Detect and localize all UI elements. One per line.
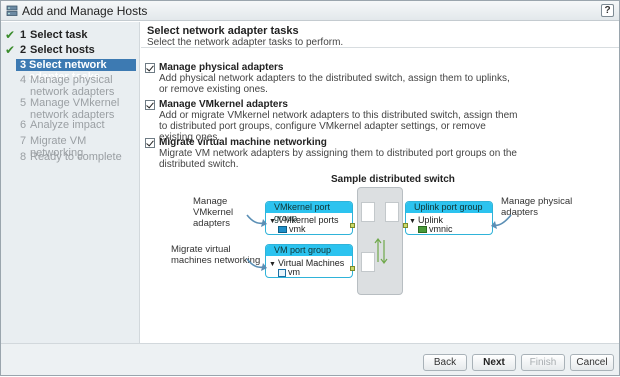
add-manage-hosts-dialog: Add and Manage Hosts ? ✔ 1 Select task ✔… <box>0 0 620 376</box>
back-button[interactable]: Back <box>423 354 467 371</box>
cancel-button[interactable]: Cancel <box>570 354 614 371</box>
arrow-to-uplink <box>493 214 512 227</box>
sample-switch-diagram: Sample distributed switch VMkernel port … <box>1 1 620 377</box>
finish-button[interactable]: Finish <box>521 354 565 371</box>
arrow-to-vmkernel <box>246 214 264 225</box>
diagram-arrows <box>246 214 512 271</box>
wizard-footer: Back Next Finish Cancel <box>1 343 619 375</box>
next-button[interactable]: Next <box>472 354 516 371</box>
arrow-to-vm <box>246 258 264 269</box>
